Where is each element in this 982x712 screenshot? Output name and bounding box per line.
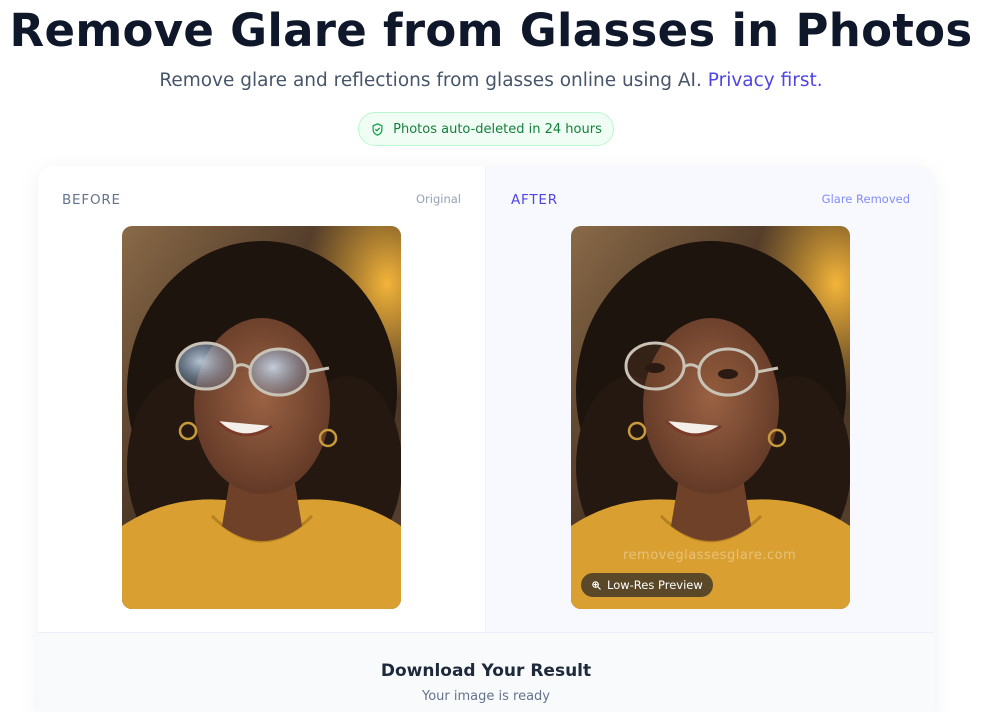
low-res-preview-badge[interactable]: Low-Res Preview [581, 573, 713, 597]
before-photo [122, 226, 401, 609]
after-pane: AFTER Glare Removed removeglassesglare.c… [485, 166, 934, 632]
watermark-text: removeglassesglare.com [623, 548, 797, 563]
auto-delete-badge: Photos auto-deleted in 24 hours [358, 112, 614, 146]
page-subtitle: Remove glare and reflections from glasse… [0, 70, 982, 91]
page-title: Remove Glare from Glasses in Photos [9, 4, 973, 57]
badge-label: Photos auto-deleted in 24 hours [393, 121, 602, 137]
after-photo: removeglassesglare.com Low-Res Preview [571, 226, 850, 609]
download-section: Download Your Result Your image is ready [38, 632, 934, 712]
before-label: BEFORE [62, 192, 121, 208]
subtitle-text: Remove glare and reflections from glasse… [159, 70, 702, 91]
preview-label: Low-Res Preview [607, 578, 703, 592]
portrait-before-image [122, 226, 401, 609]
before-pane: BEFORE Original [38, 166, 485, 632]
shield-check-icon [372, 122, 383, 136]
comparison-card: BEFORE Original AFTER Glare Removed remo… [38, 166, 934, 712]
privacy-link[interactable]: Privacy first. [708, 70, 823, 91]
download-title: Download Your Result [380, 661, 592, 681]
after-tag: Glare Removed [821, 192, 910, 206]
before-tag: Original [415, 192, 461, 206]
download-subtitle: Your image is ready [422, 689, 550, 704]
zoom-icon [592, 580, 601, 590]
after-label: AFTER [511, 192, 558, 208]
